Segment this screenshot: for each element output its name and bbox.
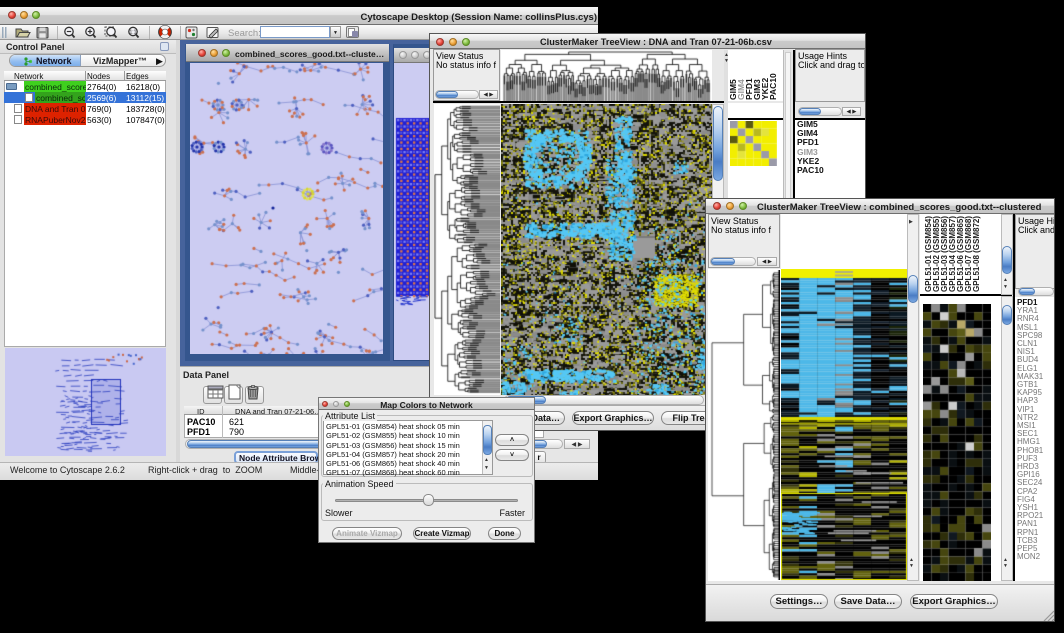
svg-text:1:1: 1:1	[130, 30, 137, 36]
